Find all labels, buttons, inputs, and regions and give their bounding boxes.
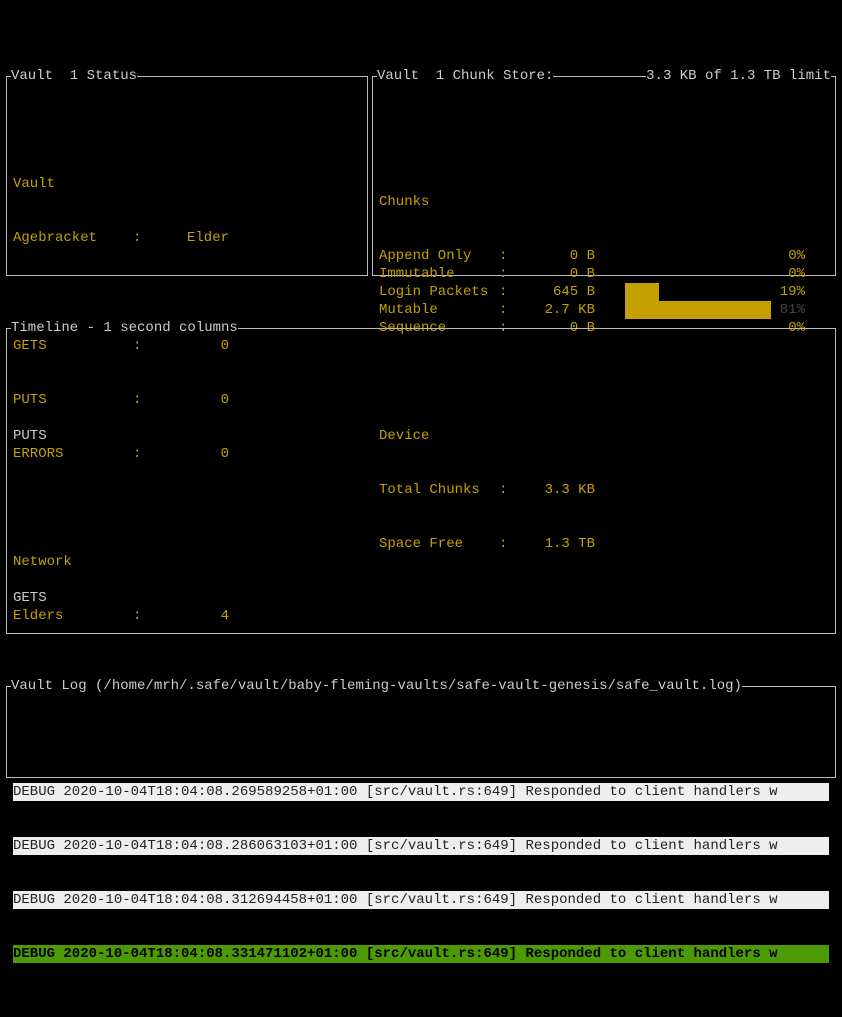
log-line[interactable]: DEBUG 2020-10-04T18:04:08.286063103+01:0… xyxy=(13,837,829,855)
chunk-row-label: Mutable xyxy=(379,301,499,319)
chunk-row-value: 645 B xyxy=(515,283,595,301)
agebracket-label: Agebracket xyxy=(13,229,133,247)
chunk-row-pct: 19% xyxy=(780,283,805,301)
chunk-row-bar: 81% xyxy=(625,301,805,319)
vault-log-title: Vault Log (/home/mrh/.safe/vault/baby-fl… xyxy=(11,677,742,695)
vault-status-title: Vault 1 Status xyxy=(11,67,137,85)
chunks-section-header: Chunks xyxy=(379,193,429,211)
chunk-row-label: Append Only xyxy=(379,247,499,265)
chunk-row-value: 0 B xyxy=(515,247,595,265)
chunk-store-panel: Vault 1 Chunk Store: 3.3 KB of 1.3 TB li… xyxy=(372,76,836,276)
vault-status-panel: Vault 1 Status Vault Agebracket:Elder GE… xyxy=(6,76,368,276)
log-line-selected[interactable]: DEBUG 2020-10-04T18:04:08.331471102+01:0… xyxy=(13,945,829,963)
chunk-row-value: 2.7 KB xyxy=(515,301,595,319)
log-line[interactable]: DEBUG 2020-10-04T18:04:08.312694458+01:0… xyxy=(13,891,829,909)
chunk-row-bar: 0% xyxy=(625,247,805,265)
chunk-row-value: 0 B xyxy=(515,265,595,283)
vault-section-header: Vault xyxy=(13,175,55,193)
chunk-row-bar: 19% xyxy=(625,283,805,301)
chunk-row-label: Immutable xyxy=(379,265,499,283)
timeline-title: Timeline - 1 second columns xyxy=(11,319,238,337)
log-line[interactable]: DEBUG 2020-10-04T18:04:08.269589258+01:0… xyxy=(13,783,829,801)
chunk-row: Mutable:2.7 KB81% xyxy=(379,301,829,319)
timeline-panel: Timeline - 1 second columns PUTS GETS ER… xyxy=(6,328,836,634)
chunk-store-title: Vault 1 Chunk Store: xyxy=(377,67,553,85)
chunk-row-pct: 0% xyxy=(788,247,805,265)
chunk-row: Append Only:0 B0% xyxy=(379,247,829,265)
chunk-row-pct: 0% xyxy=(788,265,805,283)
chunk-row-bar: 0% xyxy=(625,265,805,283)
timeline-gets-label: GETS xyxy=(13,589,47,607)
timeline-puts-label: PUTS xyxy=(13,427,47,445)
chunk-row: Login Packets:645 B19% xyxy=(379,283,829,301)
vault-log-panel[interactable]: Vault Log (/home/mrh/.safe/vault/baby-fl… xyxy=(6,686,836,778)
chunk-store-limit: 3.3 KB of 1.3 TB limit xyxy=(646,67,831,85)
chunk-row-label: Login Packets xyxy=(379,283,499,301)
agebracket-value: Elder xyxy=(149,229,229,247)
chunk-row-pct: 81% xyxy=(780,301,805,319)
chunk-row: Immutable:0 B0% xyxy=(379,265,829,283)
